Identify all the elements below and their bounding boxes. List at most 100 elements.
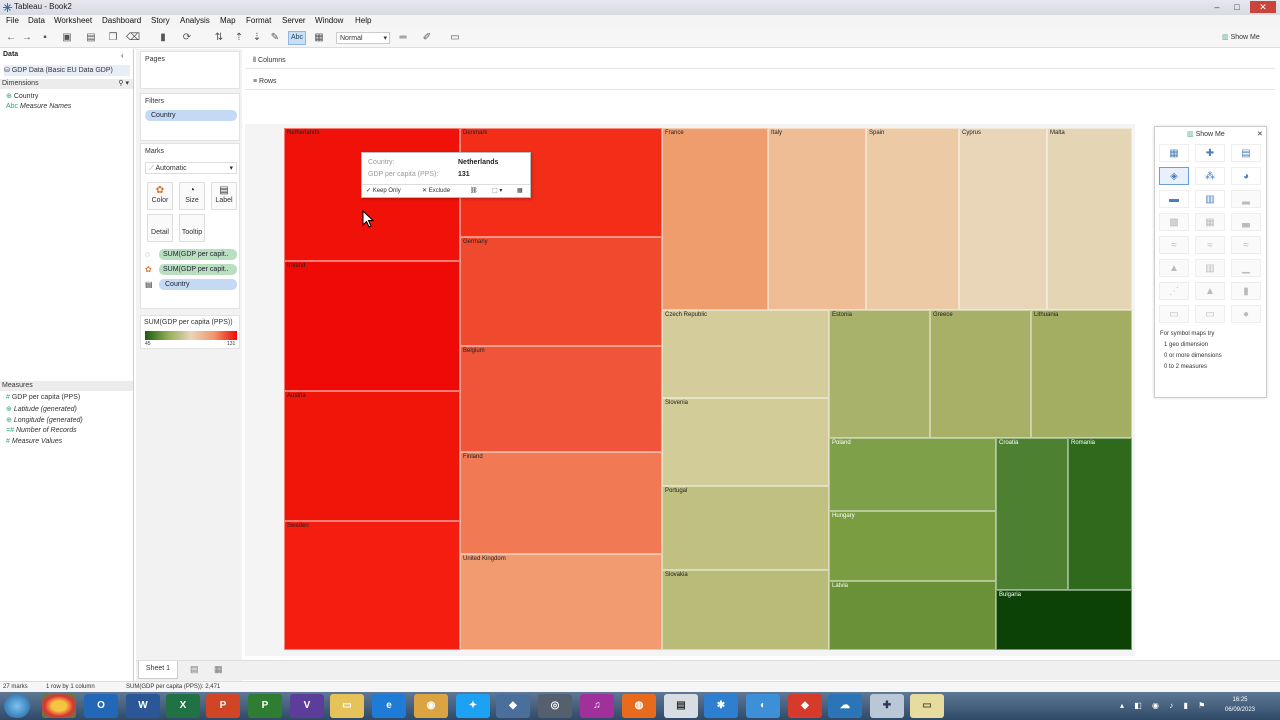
treemap-tile[interactable]: Latvia <box>829 581 996 650</box>
label-button[interactable]: ▤ Label <box>211 182 237 210</box>
app-icon[interactable]: ✱ <box>704 694 738 718</box>
chart-type-option[interactable]: ≈ <box>1195 236 1225 254</box>
treemap-tile[interactable]: Czech Republic <box>662 310 829 398</box>
treemap-tile[interactable]: Romania <box>1068 438 1132 590</box>
field-measure-names[interactable]: Abc Measure Names <box>6 103 71 110</box>
rows-shelf[interactable]: ≡ Rows <box>245 74 1275 90</box>
treemap-tile[interactable]: Cyprus <box>959 128 1047 310</box>
globe-icon[interactable]: ◐ <box>746 694 780 718</box>
treemap-tile[interactable]: Germany <box>460 237 662 346</box>
new-dashboard-icon[interactable]: ▦ <box>214 664 223 675</box>
excel-icon[interactable]: X <box>166 694 200 718</box>
color-button[interactable]: ✿ Color <box>147 182 173 210</box>
chart-type-option[interactable]: ▦ <box>1195 213 1225 231</box>
field-number-of-records[interactable]: =# Number of Records <box>6 427 77 434</box>
treemap-tile[interactable]: Slovenia <box>662 398 829 486</box>
sort-desc-icon[interactable]: ⇣ <box>250 31 264 44</box>
chart-type-option[interactable]: ▤ <box>1231 144 1261 162</box>
menu-window[interactable]: Window <box>315 16 343 25</box>
datasource-item[interactable]: ⛁ GDP Data (Basic EU Data GDP) <box>4 65 130 76</box>
chart-type-option[interactable]: ◕ <box>1231 167 1261 185</box>
chart-type-option[interactable]: ▲ <box>1159 259 1189 277</box>
chart-type-option[interactable]: ▃ <box>1231 213 1261 231</box>
system-tray-icons[interactable]: ▴ ◧ ◉ ♪ ▮ ⚑ <box>1120 701 1209 710</box>
swap-icon[interactable]: ⇅ <box>212 31 226 44</box>
pause-icon[interactable]: ▮ <box>156 31 170 44</box>
chart-type-option[interactable]: ▭ <box>1159 305 1189 323</box>
twitter-icon[interactable]: ✦ <box>456 694 490 718</box>
treemap-tile[interactable]: Greece <box>930 310 1031 438</box>
treemap-tile[interactable]: Croatia <box>996 438 1068 590</box>
treemap-tile[interactable]: Finland <box>460 452 662 554</box>
treemap-tile[interactable]: Hungary <box>829 511 996 581</box>
firefox-icon[interactable]: ◍ <box>622 694 656 718</box>
audio-app-icon[interactable]: ♫ <box>580 694 614 718</box>
tooltip-button[interactable]: Tooltip <box>179 214 205 242</box>
presentation-icon[interactable]: ▦ <box>312 31 326 44</box>
highlight-icon[interactable]: ✎ <box>268 31 282 44</box>
treemap-tile[interactable]: Italy <box>768 128 866 310</box>
set-icon[interactable]: ⬚ ▾ <box>492 187 502 194</box>
chart-type-option[interactable]: ◈ <box>1159 167 1189 185</box>
clock[interactable]: 16:25 06/09/2023 <box>1220 695 1260 715</box>
treemap-tile[interactable]: France <box>662 128 768 310</box>
field-measure-values[interactable]: # Measure Values <box>6 438 62 445</box>
tableau-taskbar-icon[interactable]: ✚ <box>870 694 904 718</box>
filter-pill-country[interactable]: Country <box>145 110 237 121</box>
document-icon[interactable]: ▤ <box>664 694 698 718</box>
field-gdp[interactable]: # GDP per capita (PPS) <box>6 394 80 401</box>
field-latitude[interactable]: ⊕ Latitude (generated) <box>6 405 77 413</box>
publisher-icon[interactable]: P <box>248 694 282 718</box>
treemap-tile[interactable]: Malta <box>1047 128 1132 310</box>
show-me-toggle[interactable]: ▥ Show Me <box>1222 33 1260 41</box>
collapse-icon[interactable]: ‹ <box>121 51 124 60</box>
start-button[interactable] <box>4 694 30 718</box>
new-datasource-icon[interactable]: ▣ <box>60 31 74 44</box>
chart-type-option[interactable]: ▮ <box>1231 282 1261 300</box>
chart-type-option[interactable]: ▩ <box>1159 213 1189 231</box>
menu-analysis[interactable]: Analysis <box>180 16 210 25</box>
chart-type-option[interactable]: ⁂ <box>1195 167 1225 185</box>
sort-asc-icon[interactable]: ⇡ <box>232 31 246 44</box>
view-data-icon[interactable]: ▦ <box>517 187 523 194</box>
chart-type-option[interactable]: ≈ <box>1231 236 1261 254</box>
app-icon[interactable]: ◆ <box>496 694 530 718</box>
visio-icon[interactable]: V <box>290 694 324 718</box>
device-preview-icon[interactable]: ▭ <box>448 31 462 44</box>
chart-type-option[interactable]: ✚ <box>1195 144 1225 162</box>
chart-type-option[interactable]: ▁ <box>1231 259 1261 277</box>
app-icon[interactable]: ◉ <box>414 694 448 718</box>
marks-pill-country[interactable]: Country <box>159 279 237 290</box>
marks-pill-size[interactable]: SUM(GDP per capit.. <box>159 249 237 260</box>
menu-file[interactable]: File <box>6 16 19 25</box>
fix-axes-icon[interactable]: ═ <box>396 31 410 44</box>
chrome-icon[interactable] <box>42 694 76 718</box>
fit-select[interactable]: Normal ▾ <box>336 32 390 44</box>
refresh-icon[interactable]: ⟳ <box>180 31 194 44</box>
pages-card[interactable]: Pages <box>140 51 240 89</box>
menu-server[interactable]: Server <box>282 16 306 25</box>
powerpoint-icon[interactable]: P <box>206 694 240 718</box>
word-icon[interactable]: W <box>126 694 160 718</box>
clear-icon[interactable]: ⌫ <box>126 31 140 44</box>
treemap-tile[interactable]: Belgium <box>460 346 662 452</box>
group-icon[interactable]: ⛓ <box>470 187 478 194</box>
mark-type-select[interactable]: ⟋ Automatic ▾ <box>145 162 237 174</box>
search-icon[interactable]: ⚲ ▾ <box>118 79 129 89</box>
treemap-tile[interactable]: Estonia <box>829 310 930 438</box>
legend-gradient[interactable] <box>145 331 237 340</box>
minimize-button[interactable]: – <box>1208 1 1226 13</box>
size-button[interactable]: ◔ Size <box>179 182 205 210</box>
close-icon[interactable]: ✕ <box>1257 130 1263 138</box>
menu-dashboard[interactable]: Dashboard <box>102 16 141 25</box>
menu-story[interactable]: Story <box>151 16 170 25</box>
new-worksheet-icon[interactable]: ▤ <box>84 31 98 44</box>
menu-help[interactable]: Help <box>355 16 371 25</box>
new-worksheet-icon[interactable]: ▤ <box>190 664 199 675</box>
sheet-tab[interactable]: Sheet 1 <box>138 661 178 679</box>
treemap-tile[interactable]: Lithuania <box>1031 310 1132 438</box>
forward-icon[interactable]: → <box>20 31 34 44</box>
chart-type-option[interactable]: ▥ <box>1195 259 1225 277</box>
columns-shelf[interactable]: ⦀ Columns <box>245 53 1275 69</box>
chart-type-option[interactable]: ▭ <box>1195 305 1225 323</box>
